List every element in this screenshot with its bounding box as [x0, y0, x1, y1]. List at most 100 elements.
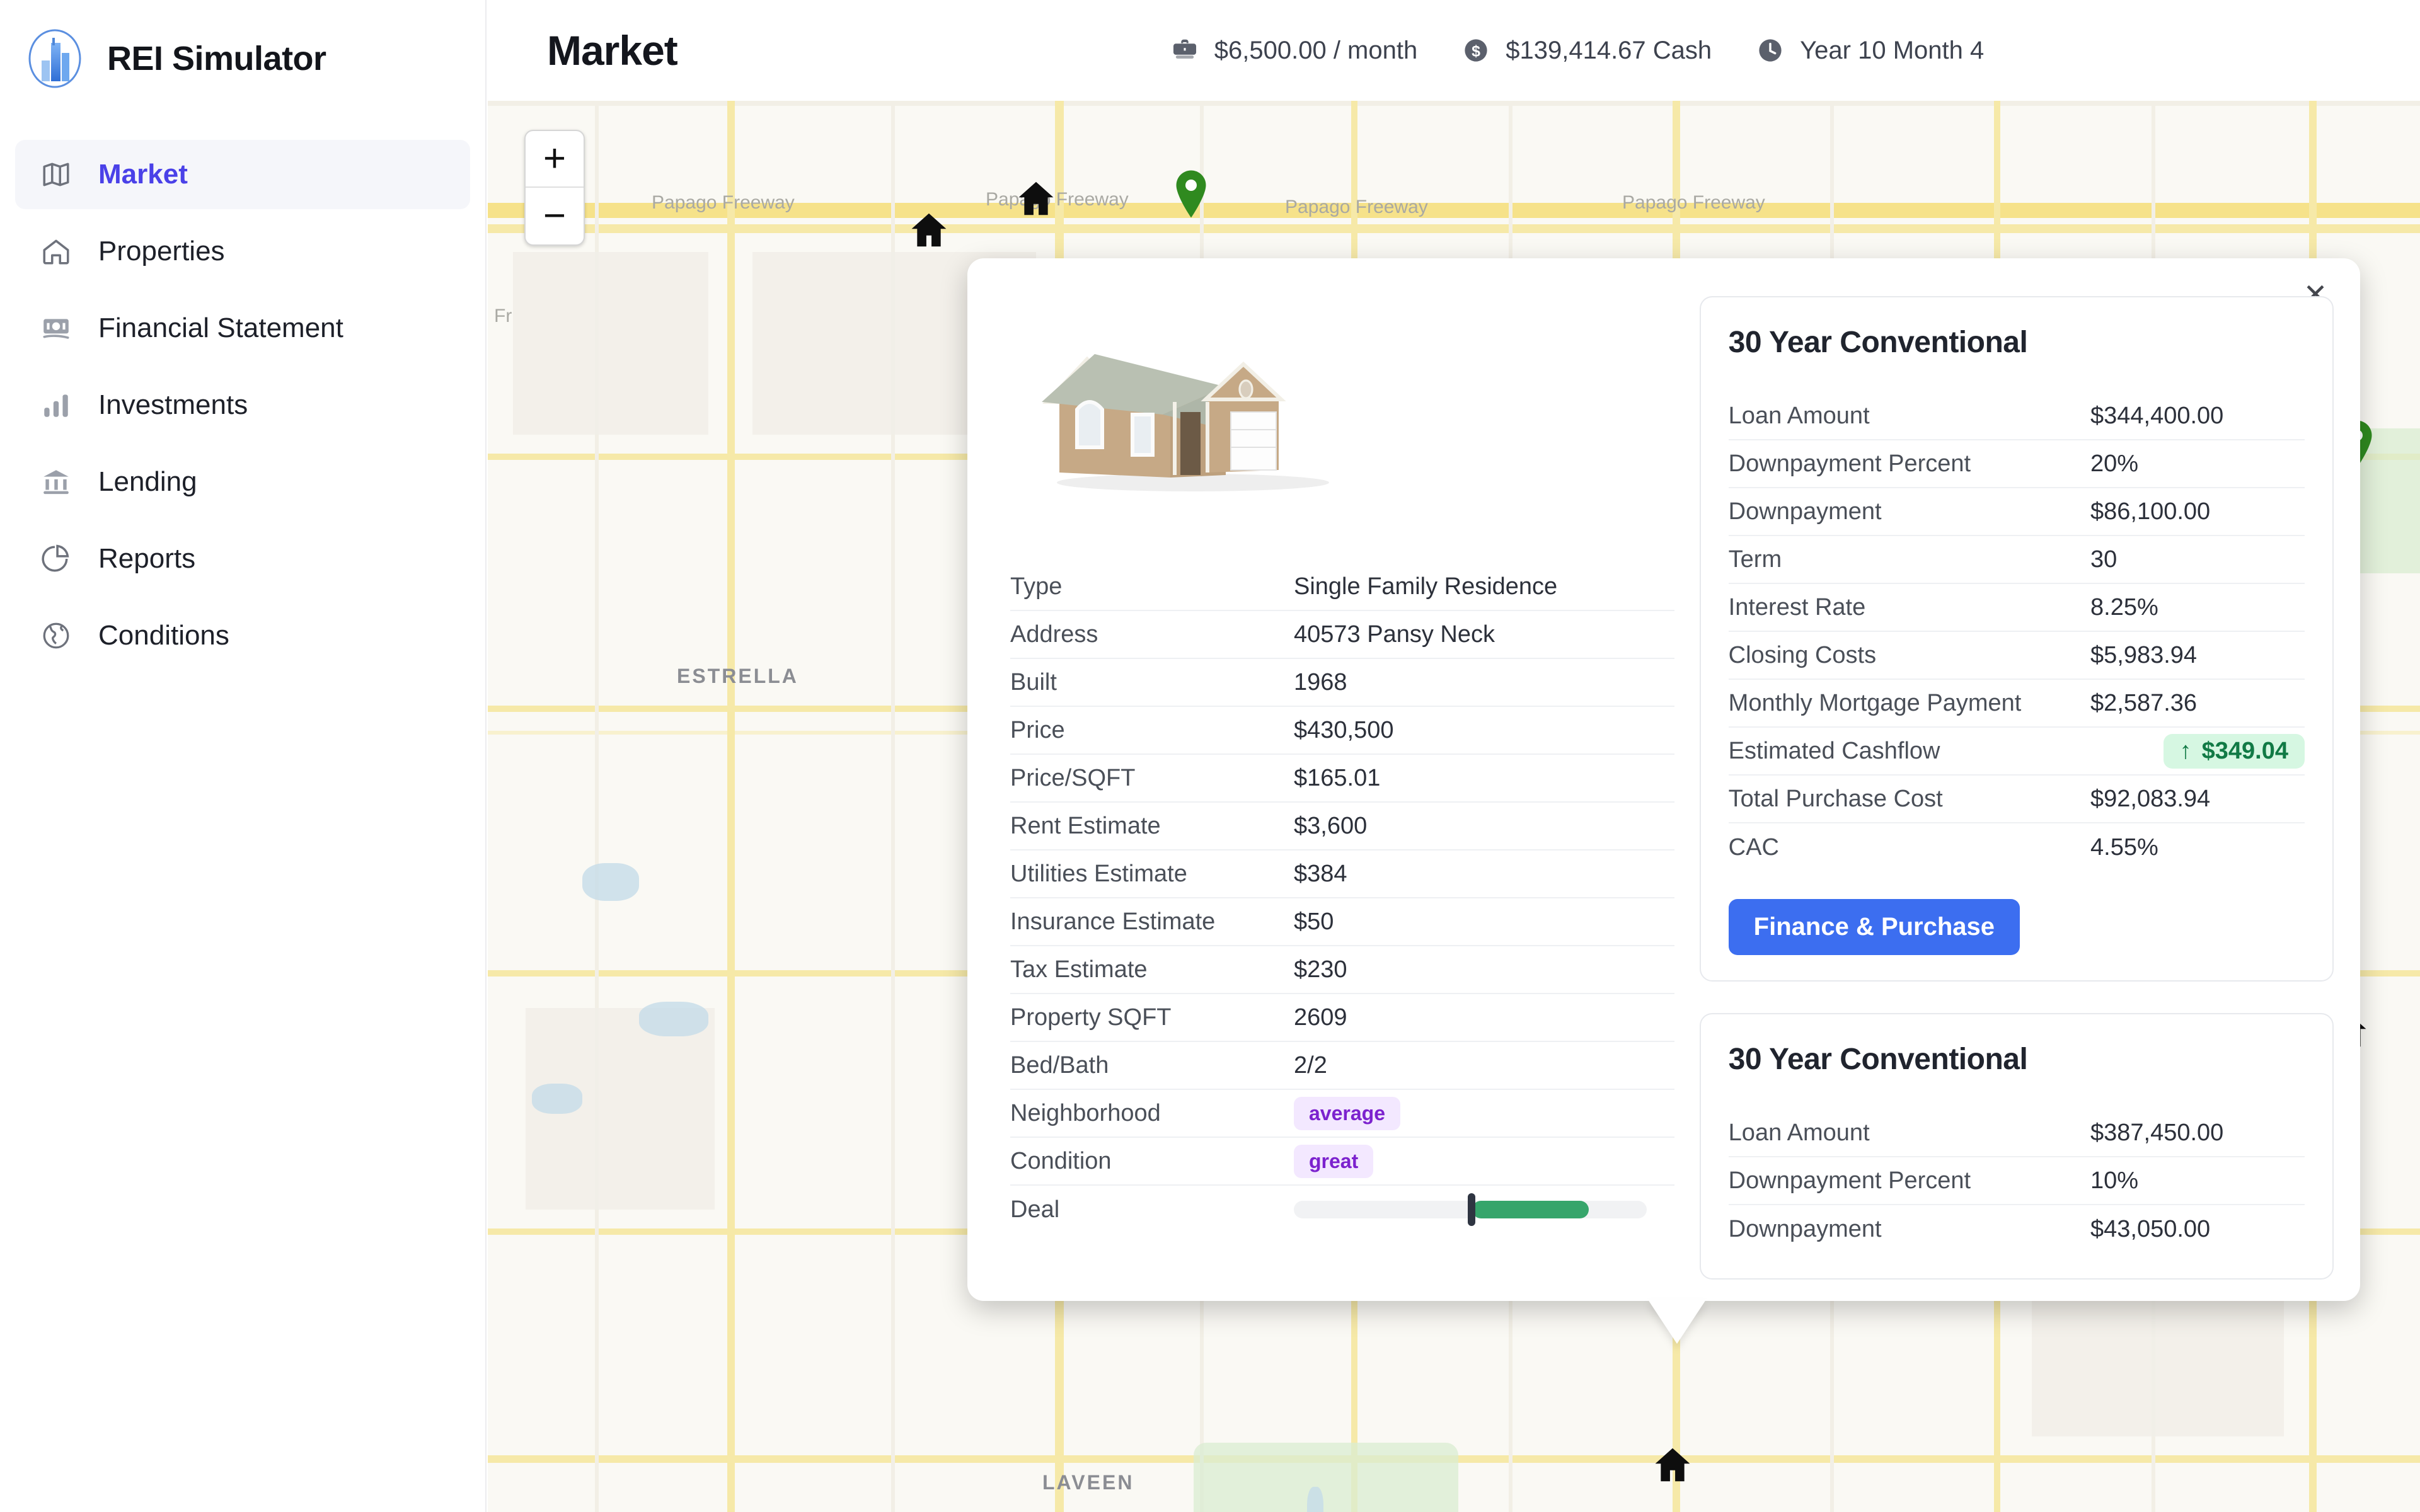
- financing-card: 30 Year Conventional Loan Amount $387,45…: [1699, 1013, 2334, 1280]
- sidebar-item-properties[interactable]: Properties: [15, 217, 470, 286]
- row-key: Neighborhood: [1010, 1099, 1161, 1126]
- table-row: Condition great: [1010, 1138, 1674, 1186]
- sidebar-item-market[interactable]: Market: [15, 140, 470, 209]
- row-key: Term: [1728, 546, 1782, 573]
- cashflow-badge: ↑ $349.04: [2163, 733, 2305, 769]
- deal-threshold-marker: [1468, 1193, 1476, 1226]
- table-row: Deal: [1010, 1186, 1674, 1234]
- sidebar-item-label: Market: [98, 159, 188, 190]
- map-zoom-control[interactable]: + −: [524, 130, 585, 246]
- globe-icon: [38, 617, 74, 654]
- financing-card-title: 30 Year Conventional: [1728, 1043, 2028, 1076]
- stat-cash: $ $139,414.67 Cash: [1460, 35, 1712, 66]
- zoom-out-button[interactable]: −: [526, 188, 584, 244]
- row-key: Price: [1010, 716, 1065, 743]
- house-marker-icon[interactable]: [907, 208, 951, 255]
- stat-monthly-income: $6,500.00 / month: [1169, 35, 1417, 66]
- row-key: Utilities Estimate: [1010, 860, 1187, 887]
- row-value: 40573 Pansy Neck: [1294, 621, 1495, 648]
- map-icon: [38, 156, 74, 193]
- row-key: Condition: [1010, 1147, 1112, 1174]
- dollar-coin-icon: $: [1460, 35, 1492, 66]
- table-row: Bed/Bath 2/2: [1010, 1042, 1674, 1090]
- row-key: Rent Estimate: [1010, 812, 1161, 839]
- building-logo-icon: [25, 29, 84, 88]
- row-key: Total Purchase Cost: [1728, 785, 1943, 812]
- sidebar-item-label: Financial Statement: [98, 312, 343, 343]
- row-key: Insurance Estimate: [1010, 908, 1216, 935]
- deal-progress-fill: [1472, 1201, 1589, 1218]
- row-value: 2/2: [1294, 1051, 1327, 1079]
- pin-marker-icon[interactable]: [1172, 169, 1211, 222]
- financing-card: 30 Year Conventional Loan Amount $344,40…: [1699, 296, 2334, 982]
- table-row: Downpayment $43,050.00: [1729, 1205, 2305, 1253]
- row-value: $430,500: [1294, 716, 1394, 743]
- sidebar-item-label: Properties: [98, 236, 225, 266]
- table-row: Address 40573 Pansy Neck: [1010, 611, 1674, 659]
- sidebar: REI Simulator Market Properties Financia…: [0, 0, 487, 1512]
- row-key: Type: [1010, 573, 1063, 600]
- house-marker-icon[interactable]: [1651, 1443, 1695, 1490]
- row-key: Downpayment: [1728, 1215, 1882, 1242]
- property-photo: [1017, 324, 1369, 500]
- row-key: Price/SQFT: [1010, 764, 1136, 791]
- row-value: 1968: [1294, 668, 1347, 696]
- row-key: Interest Rate: [1728, 593, 1866, 621]
- map-label: ESTRELLA: [677, 665, 798, 687]
- financing-panel[interactable]: 30 Year Conventional Loan Amount $344,40…: [1699, 286, 2334, 1301]
- row-key: Downpayment Percent: [1728, 450, 1971, 477]
- sidebar-item-lending[interactable]: Lending: [15, 447, 470, 517]
- sidebar-item-label: Investments: [98, 389, 248, 420]
- zoom-in-button[interactable]: +: [526, 131, 584, 188]
- sidebar-item-reports[interactable]: Reports: [15, 524, 470, 593]
- row-value: $384: [1294, 860, 1347, 887]
- row-key: Tax Estimate: [1010, 956, 1148, 983]
- sidebar-item-investments[interactable]: Investments: [15, 370, 470, 440]
- sidebar-item-conditions[interactable]: Conditions: [15, 601, 470, 670]
- row-value: Single Family Residence: [1294, 573, 1558, 600]
- page-title: Market: [547, 27, 678, 74]
- table-row: Downpayment Percent 20%: [1728, 440, 2305, 488]
- row-key: Loan Amount: [1728, 402, 1870, 429]
- map-label: Papago Freeway: [652, 192, 795, 213]
- row-value: $165.01: [1294, 764, 1381, 791]
- neighborhood-badge: average: [1294, 1096, 1400, 1130]
- table-row: Loan Amount $344,400.00: [1728, 392, 2305, 440]
- briefcase-icon: [1169, 35, 1201, 66]
- bank-icon: [38, 464, 74, 500]
- row-key: Closing Costs: [1728, 641, 1877, 668]
- row-value: 8.25%: [2090, 593, 2158, 621]
- finance-and-purchase-button[interactable]: Finance & Purchase: [1728, 899, 2020, 955]
- cash-icon: [38, 310, 74, 346]
- row-value: $349.04: [2201, 737, 2288, 764]
- row-key: Property SQFT: [1010, 1004, 1172, 1031]
- property-popup: ✕ Type Single Family Residence Address 4…: [967, 258, 2360, 1301]
- table-row: Loan Amount $387,450.00: [1728, 1109, 2305, 1157]
- home-icon: [38, 233, 74, 270]
- row-value: $5,983.94: [2090, 641, 2198, 668]
- header-stats: $6,500.00 / month $ $139,414.67 Cash Yea…: [1169, 35, 1984, 66]
- row-key: Downpayment Percent: [1728, 1167, 1971, 1194]
- app-root: REI Simulator Market Properties Financia…: [0, 0, 2420, 1512]
- up-arrow-icon: ↑: [2179, 737, 2192, 764]
- row-key: Bed/Bath: [1010, 1051, 1109, 1079]
- row-key: Built: [1010, 668, 1057, 696]
- table-row: Estimated Cashflow ↑ $349.04: [1728, 728, 2305, 776]
- header: Market $6,500.00 / month $ $139,414.67 C…: [488, 0, 2420, 101]
- brand[interactable]: REI Simulator: [0, 0, 485, 94]
- row-value: $92,083.94: [2090, 785, 2211, 812]
- house-marker-icon[interactable]: [1014, 176, 1058, 224]
- table-row: Built 1968: [1010, 659, 1674, 707]
- stat-value: $139,414.67 Cash: [1506, 36, 1712, 64]
- table-row: Neighborhood average: [1010, 1090, 1674, 1138]
- clock-icon: [1754, 35, 1786, 66]
- row-value: $230: [1294, 956, 1347, 983]
- sidebar-item-financial-statement[interactable]: Financial Statement: [15, 294, 470, 363]
- stat-value: Year 10 Month 4: [1800, 36, 1985, 64]
- row-value: $86,100.00: [2090, 498, 2211, 525]
- table-row: Monthly Mortgage Payment $2,587.36: [1728, 680, 2305, 728]
- table-row: Term 30: [1728, 536, 2305, 584]
- sidebar-item-label: Reports: [98, 543, 196, 574]
- deal-progress-bar: [1294, 1193, 1647, 1226]
- table-row: Interest Rate 8.25%: [1728, 584, 2305, 632]
